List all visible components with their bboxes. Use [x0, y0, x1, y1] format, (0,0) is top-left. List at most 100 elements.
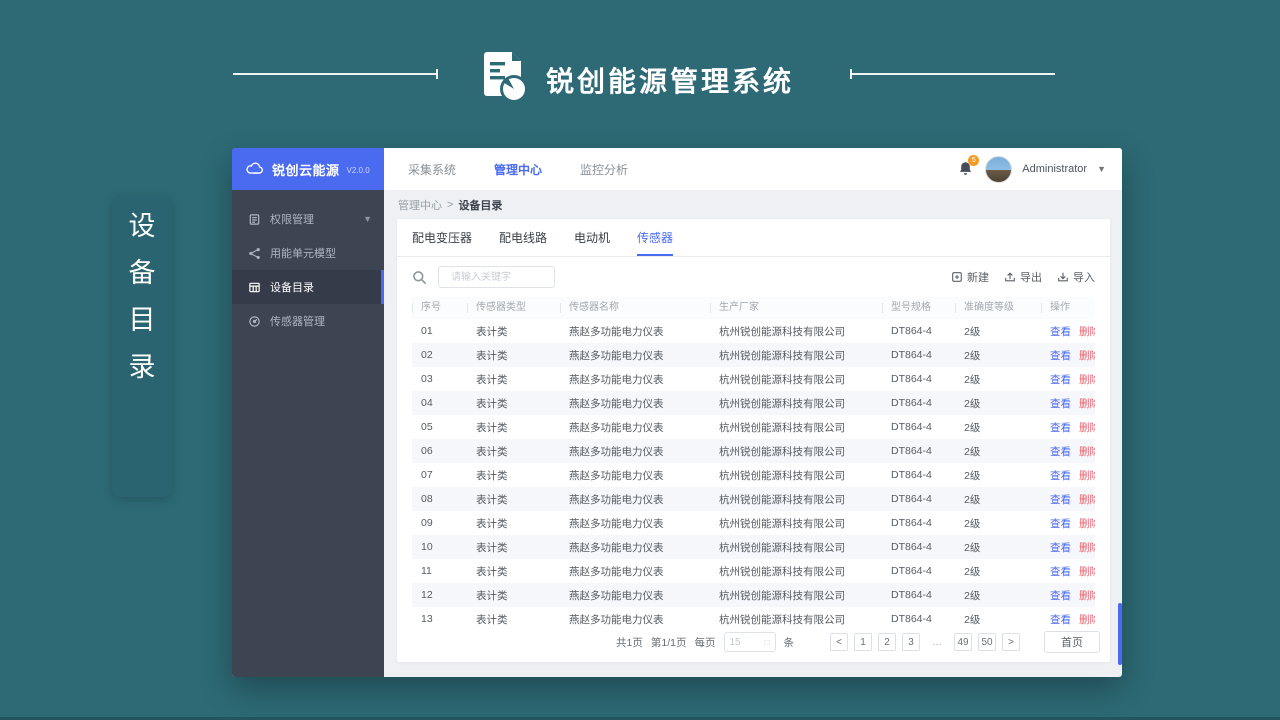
- create-button[interactable]: 新建: [951, 269, 989, 285]
- pager-page-1[interactable]: 1: [854, 633, 872, 651]
- view-link[interactable]: 查看: [1050, 348, 1071, 363]
- table-cell: 表计类: [476, 325, 508, 338]
- notification-bell-icon[interactable]: 5: [958, 155, 980, 177]
- sidebar-item-label: 用能单元模型: [270, 248, 336, 260]
- main-area: 采集系统 管理中心 监控分析 5 Administrator ▼ 管理中心 > 设备…: [384, 148, 1122, 677]
- sidebar-brand: 锐创云能源 V2.0.0: [232, 148, 384, 190]
- delete-link[interactable]: 删除: [1079, 396, 1095, 411]
- table-cell: 燕赵多功能电力仪表: [569, 325, 664, 338]
- table-header-row: 序号 传感器类型 传感器名称 生产厂家 型号规格 准确度等级 操作: [412, 297, 1095, 319]
- user-name[interactable]: Administrator: [1022, 163, 1087, 175]
- delete-link[interactable]: 删除: [1079, 612, 1095, 627]
- toolbar: 新建 导出 导入: [397, 257, 1110, 297]
- nav-item-collection-system[interactable]: 采集系统: [408, 161, 456, 178]
- table-cell: DT864-4: [891, 613, 932, 625]
- tab-sensor[interactable]: 传感器: [637, 229, 674, 256]
- table-cell: 12: [421, 589, 433, 601]
- nav-item-monitoring-analysis[interactable]: 监控分析: [580, 161, 628, 178]
- tab-transformer[interactable]: 配电变压器: [412, 229, 472, 256]
- table-cell: 2级: [964, 373, 981, 386]
- delete-link[interactable]: 删除: [1079, 540, 1095, 555]
- header-divider-right: [850, 69, 1055, 79]
- avatar[interactable]: [985, 155, 1013, 183]
- sidebar-item-device-directory[interactable]: 设备目录: [232, 270, 384, 304]
- row-actions: 查看 删除: [1041, 540, 1095, 555]
- search-icon[interactable]: [412, 270, 427, 285]
- content-card: 配电变压器配电线路电动机传感器 新建 导出 导入 序号传感器类型传感器名称生产厂家型…: [397, 219, 1110, 662]
- delete-link[interactable]: 删除: [1079, 348, 1095, 363]
- tab-motor[interactable]: 电动机: [574, 229, 610, 256]
- table-cell: 2级: [964, 589, 981, 602]
- home-page-button[interactable]: 首页: [1044, 631, 1100, 653]
- import-button[interactable]: 导入: [1057, 269, 1095, 285]
- delete-link[interactable]: 删除: [1079, 564, 1095, 579]
- view-link[interactable]: 查看: [1050, 324, 1071, 339]
- search-input[interactable]: [438, 266, 555, 288]
- view-link[interactable]: 查看: [1050, 612, 1071, 627]
- breadcrumb-current: 设备目录: [458, 199, 503, 212]
- table-cell: 2级: [964, 517, 981, 530]
- view-link[interactable]: 查看: [1050, 540, 1071, 555]
- scrollbar-thumb[interactable]: [1118, 603, 1122, 665]
- nav-item-management-center[interactable]: 管理中心: [494, 161, 542, 178]
- gauge-icon: [248, 315, 261, 328]
- pager-prev-button[interactable]: <: [830, 633, 848, 651]
- table-cell: DT864-4: [891, 421, 932, 433]
- vertical-label-char: 备: [128, 258, 156, 288]
- view-link[interactable]: 查看: [1050, 396, 1071, 411]
- pager-page-50[interactable]: 50: [978, 633, 996, 651]
- table-cell: 04: [421, 397, 433, 409]
- chevron-down-icon[interactable]: ▼: [1097, 164, 1106, 174]
- table-cell: 08: [421, 493, 433, 505]
- pager-next-button[interactable]: >: [1002, 633, 1020, 651]
- pagination: 共1页 第1/1页 每页 15 □ 条 <1 2 3 … 49 50 > 首页: [397, 631, 1110, 666]
- table-row: 06 表计类 燕赵多功能电力仪表 杭州锐创能源科技有限公司 DT864-4 2级 查看 删除: [412, 439, 1095, 463]
- table-cell: 表计类: [476, 613, 508, 626]
- pager-page-49[interactable]: 49: [954, 633, 972, 651]
- table-row: 13 表计类 燕赵多功能电力仪表 杭州锐创能源科技有限公司 DT864-4 2级 查看 删除: [412, 607, 1095, 631]
- tab-power-line[interactable]: 配电线路: [499, 229, 547, 256]
- delete-link[interactable]: 删除: [1079, 372, 1095, 387]
- delete-link[interactable]: 删除: [1079, 588, 1095, 603]
- pager-page-3[interactable]: 3: [902, 633, 920, 651]
- sidebar-item-energy-unit-model[interactable]: 用能单元模型: [232, 236, 384, 270]
- view-link[interactable]: 查看: [1050, 444, 1071, 459]
- table-cell: 表计类: [476, 421, 508, 434]
- breadcrumb-parent[interactable]: 管理中心: [398, 197, 442, 213]
- brand-version: V2.0.0: [346, 166, 370, 175]
- per-page-label: 每页: [694, 636, 716, 649]
- sidebar-item-permission-management[interactable]: 权限管理 ▼: [232, 202, 384, 236]
- table-row: 08 表计类 燕赵多功能电力仪表 杭州锐创能源科技有限公司 DT864-4 2级 查看 删除: [412, 487, 1095, 511]
- sidebar-item-sensor-management[interactable]: 传感器管理: [232, 304, 384, 338]
- table-cell: 2级: [964, 349, 981, 362]
- delete-link[interactable]: 删除: [1079, 516, 1095, 531]
- toolbar-actions: 新建 导出 导入: [951, 269, 1095, 285]
- delete-link[interactable]: 删除: [1079, 420, 1095, 435]
- view-link[interactable]: 查看: [1050, 468, 1071, 483]
- view-link[interactable]: 查看: [1050, 564, 1071, 579]
- pager-page-2[interactable]: 2: [878, 633, 896, 651]
- table-cell: 11: [421, 565, 432, 577]
- table-cell: 10: [421, 541, 433, 553]
- pagination-summary: 共1页 第1/1页 每页 15 □ 条: [616, 632, 794, 652]
- sidebar-item-label: 传感器管理: [270, 316, 325, 328]
- view-link[interactable]: 查看: [1050, 420, 1071, 435]
- topbar-right: 5 Administrator ▼: [958, 155, 1106, 183]
- export-button[interactable]: 导出: [1004, 269, 1042, 285]
- table-cell: 杭州锐创能源科技有限公司: [719, 421, 845, 434]
- table-cell: DT864-4: [891, 349, 932, 361]
- delete-link[interactable]: 删除: [1079, 468, 1095, 483]
- row-actions: 查看 删除: [1041, 396, 1095, 411]
- delete-link[interactable]: 删除: [1079, 492, 1095, 507]
- view-link[interactable]: 查看: [1050, 372, 1071, 387]
- notification-badge: 5: [968, 155, 980, 166]
- per-page-select[interactable]: 15 □: [723, 632, 776, 652]
- table-cell: 09: [421, 517, 433, 529]
- delete-link[interactable]: 删除: [1079, 324, 1095, 339]
- view-link[interactable]: 查看: [1050, 588, 1071, 603]
- view-link[interactable]: 查看: [1050, 492, 1071, 507]
- view-link[interactable]: 查看: [1050, 516, 1071, 531]
- delete-link[interactable]: 删除: [1079, 444, 1095, 459]
- table-cell: 02: [421, 349, 433, 361]
- app-window: 锐创云能源 V2.0.0 权限管理 ▼ 用能单元模型 设备目录 传感器管理 采集系统 管理…: [232, 148, 1122, 677]
